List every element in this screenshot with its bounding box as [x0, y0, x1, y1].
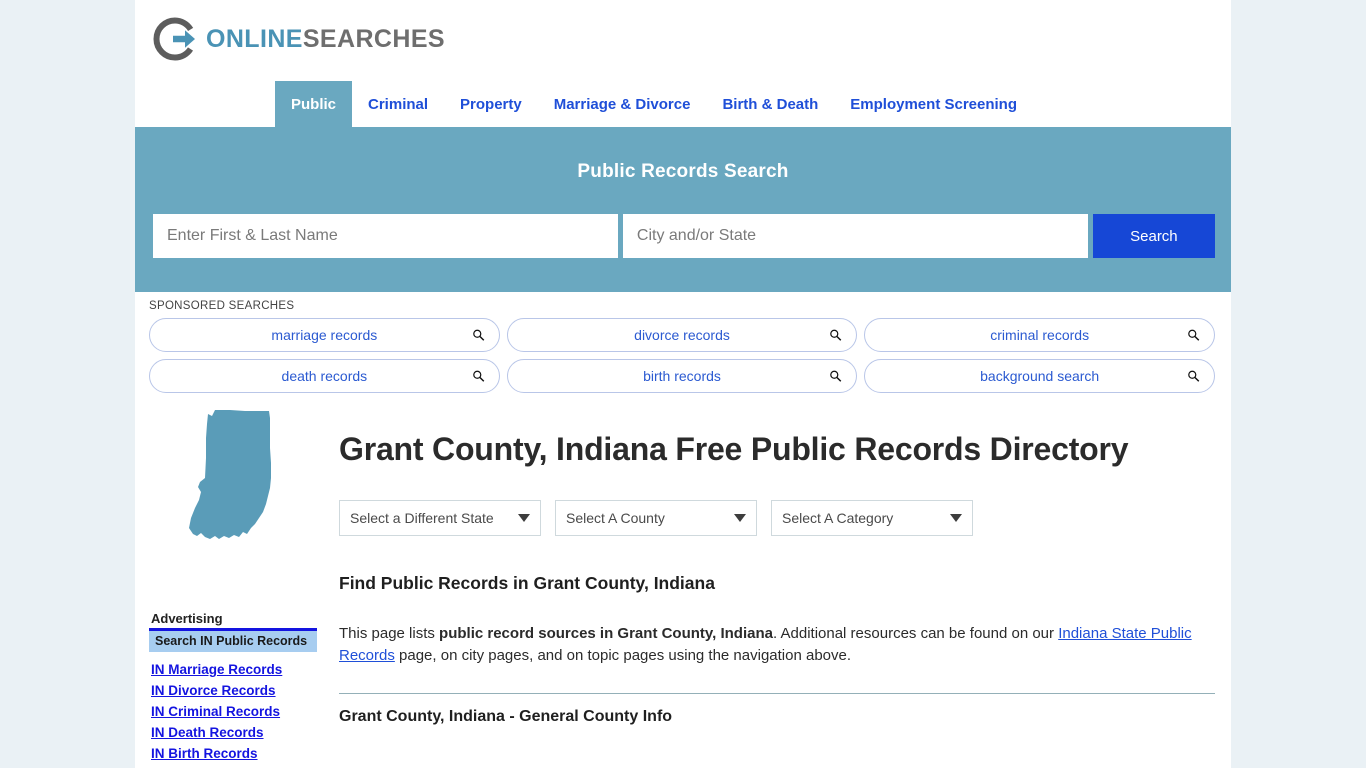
nav-item-employment-screening[interactable]: Employment Screening — [834, 81, 1033, 127]
sponsored-pill-label: divorce records — [634, 327, 730, 343]
sponsored-pill-label: background search — [980, 368, 1100, 384]
nav-item-public[interactable]: Public — [275, 81, 353, 127]
paragraph-text-2: . Additional resources can be found on o… — [773, 625, 1059, 643]
chevron-down-icon — [734, 514, 746, 523]
search-icon — [472, 370, 484, 382]
search-icon — [472, 329, 484, 341]
ad-box: Search IN Public Records — [149, 628, 317, 652]
sponsored-pill-label: birth records — [643, 368, 721, 384]
paragraph-bold-1: public record sources in Grant County, I… — [439, 625, 773, 643]
select-county-label: Select A County — [566, 510, 665, 527]
search-icon — [830, 370, 842, 382]
paragraph-text-1: This page lists — [339, 625, 440, 643]
main-navigation: Public Criminal Property Marriage & Divo… — [135, 81, 1231, 127]
search-icon — [1188, 329, 1200, 341]
ad-box-title: Search IN Public Records — [155, 634, 308, 648]
ad-links-list: IN Marriage Records IN Divorce Records I… — [149, 662, 317, 761]
logo-word-searches: SEARCHES — [302, 24, 445, 53]
sponsored-searches: SPONSORED SEARCHES marriage records divo… — [135, 292, 1231, 393]
search-button[interactable]: Search — [1092, 214, 1215, 258]
select-state-dropdown[interactable]: Select a Different State — [339, 500, 541, 537]
ad-link-in-marriage-records[interactable]: IN Marriage Records — [151, 662, 317, 677]
chevron-down-icon — [950, 514, 962, 523]
logo-word-online: ONLINE — [206, 24, 303, 53]
page-background: ONLINESEARCHES Public Criminal Property … — [0, 0, 1366, 768]
public-records-search-banner: Public Records Search Search — [135, 127, 1231, 292]
subsection-heading-general-county-info: Grant County, Indiana - General County I… — [339, 708, 673, 726]
state-map-container — [149, 406, 317, 551]
ad-link-in-criminal-records[interactable]: IN Criminal Records — [151, 704, 317, 719]
sponsored-row-2: death records birth records background s… — [149, 359, 1216, 393]
nav-item-criminal[interactable]: Criminal — [352, 81, 444, 127]
indiana-state-map-icon — [189, 410, 271, 539]
advertising-heading: Advertising — [151, 611, 223, 626]
page-title: Grant County, Indiana Free Public Record… — [339, 431, 1129, 467]
site-content: ONLINESEARCHES Public Criminal Property … — [135, 0, 1231, 768]
sponsored-pill-birth-records[interactable]: birth records — [506, 359, 858, 393]
masthead: ONLINESEARCHES — [135, 0, 1231, 81]
sponsored-pill-label: marriage records — [271, 327, 378, 343]
ad-link-in-birth-records[interactable]: IN Birth Records — [151, 746, 317, 761]
nav-item-birth-death[interactable]: Birth & Death — [706, 81, 834, 127]
sponsored-pill-criminal-records[interactable]: criminal records — [864, 318, 1216, 352]
chevron-down-icon — [518, 514, 530, 523]
search-form: Search — [153, 214, 1215, 258]
banner-title: Public Records Search — [577, 161, 789, 182]
search-icon — [1188, 370, 1200, 382]
sponsored-pill-background-search[interactable]: background search — [864, 359, 1216, 393]
select-category-dropdown[interactable]: Select A Category — [771, 500, 973, 537]
section-divider — [339, 693, 1215, 695]
name-search-input[interactable] — [153, 214, 618, 258]
sponsored-pill-label: death records — [281, 368, 368, 384]
select-category-label: Select A Category — [782, 510, 894, 527]
location-search-input[interactable] — [622, 214, 1088, 258]
paragraph-text-3: page, on city pages, and on topic pages … — [394, 647, 852, 665]
nav-item-property[interactable]: Property — [444, 81, 538, 127]
select-state-label: Select a Different State — [350, 510, 494, 527]
section-heading: Find Public Records in Grant County, Ind… — [339, 573, 715, 594]
sponsored-searches-label: SPONSORED SEARCHES — [149, 300, 295, 312]
search-icon — [830, 329, 842, 341]
filter-selects: Select a Different State Select A County… — [339, 500, 1215, 537]
site-logo[interactable]: ONLINESEARCHES — [153, 17, 445, 61]
circle-arrow-icon — [153, 17, 195, 61]
article-content: Grant County, Indiana Free Public Record… — [325, 406, 1231, 767]
ad-link-in-death-records[interactable]: IN Death Records — [151, 725, 317, 740]
sidebar: Advertising Search IN Public Records IN … — [135, 406, 325, 767]
nav-item-marriage-divorce[interactable]: Marriage & Divorce — [538, 81, 707, 127]
body-columns: Advertising Search IN Public Records IN … — [135, 400, 1231, 767]
sponsored-pill-label: criminal records — [990, 327, 1090, 343]
ad-link-in-divorce-records[interactable]: IN Divorce Records — [151, 683, 317, 698]
sponsored-row-1: marriage records divorce records crimina… — [149, 318, 1216, 352]
sponsored-pill-marriage-records[interactable]: marriage records — [149, 318, 500, 352]
logo-wordmark: ONLINESEARCHES — [206, 24, 445, 53]
sponsored-pill-death-records[interactable]: death records — [149, 359, 500, 393]
select-county-dropdown[interactable]: Select A County — [555, 500, 757, 537]
sponsored-pill-divorce-records[interactable]: divorce records — [506, 318, 858, 352]
intro-paragraph: This page lists public record sources in… — [339, 623, 1215, 667]
